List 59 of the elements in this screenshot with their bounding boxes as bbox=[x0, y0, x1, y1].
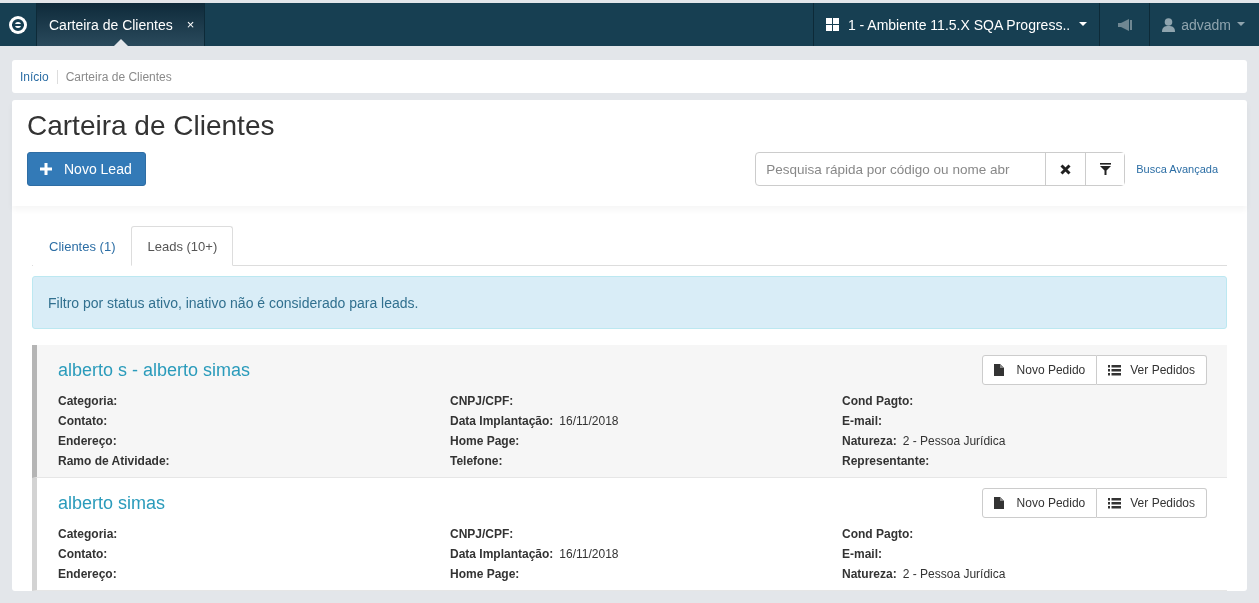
lead-card[interactable] bbox=[32, 345, 1227, 478]
user-icon bbox=[1162, 17, 1176, 32]
close-icon bbox=[1060, 163, 1072, 175]
caret-icon bbox=[1237, 22, 1245, 27]
page-title: Carteira de Clientes bbox=[27, 110, 276, 142]
field-label: Endereço: bbox=[58, 567, 117, 581]
megaphone-icon[interactable] bbox=[1116, 18, 1133, 31]
environment-dropdown[interactable]: 1 - Ambiente 11.5.X SQA Progress.. bbox=[812, 3, 1101, 46]
field-label: Data Implantação: bbox=[450, 414, 554, 428]
field-label: Home Page: bbox=[450, 434, 520, 448]
field-label: Cond Pagto: bbox=[842, 394, 914, 408]
new-order-button[interactable]: Novo Pedido bbox=[981, 488, 1098, 518]
plus-icon bbox=[40, 163, 52, 175]
list-icon bbox=[1108, 364, 1122, 376]
field-label: Representante: bbox=[842, 454, 930, 468]
file-icon bbox=[993, 497, 1004, 509]
field-label: CNPJ/CPF: bbox=[450, 527, 514, 541]
field-label: Telefone: bbox=[450, 454, 503, 468]
info-alert: Filtro por status ativo, inativo não é considerado para leads. bbox=[32, 276, 1227, 329]
user-menu[interactable]: advadm bbox=[1150, 3, 1259, 46]
field-label: E-mail: bbox=[842, 414, 882, 428]
field-label: Natureza: bbox=[842, 567, 897, 581]
field-label: CNPJ/CPF: bbox=[450, 394, 514, 408]
breadcrumb-link[interactable]: Início bbox=[20, 69, 58, 84]
advanced-search-link[interactable]: Busca Avançada bbox=[1136, 163, 1218, 175]
grid-icon bbox=[825, 18, 839, 31]
field-label: Contato: bbox=[58, 547, 108, 561]
field-label: E-mail: bbox=[842, 547, 882, 561]
field-label: Endereço: bbox=[58, 434, 117, 448]
field-label: Categoria: bbox=[58, 527, 118, 541]
list-icon bbox=[1108, 497, 1122, 509]
field-label: Natureza: bbox=[842, 434, 897, 448]
file-icon bbox=[993, 364, 1004, 376]
field-value: 2 - Pessoa Jurídica bbox=[902, 434, 1006, 448]
search-field[interactable]: Pesquisa rápida por código ou nome abr bbox=[755, 152, 1126, 186]
logo-icon[interactable] bbox=[8, 14, 28, 35]
view-orders-button[interactable]: Ver Pedidos bbox=[1097, 355, 1207, 385]
field-label: Data Implantação: bbox=[450, 547, 554, 561]
new-order-button[interactable]: Novo Pedido bbox=[981, 355, 1098, 385]
breadcrumb-current: Carteira de Clientes bbox=[65, 69, 173, 84]
field-value: 2 - Pessoa Jurídica bbox=[902, 567, 1006, 581]
view-orders-button[interactable]: Ver Pedidos bbox=[1097, 488, 1207, 518]
app-tab[interactable]: Carteira de Clientes × bbox=[36, 3, 206, 46]
field-label: Cond Pagto: bbox=[842, 527, 914, 541]
tab-label: Carteira de Clientes bbox=[49, 16, 173, 33]
close-button[interactable]: × bbox=[186, 17, 195, 32]
filter-icon bbox=[1099, 163, 1111, 175]
field-label: Ramo de Atividade: bbox=[58, 454, 170, 468]
filter-button[interactable] bbox=[1085, 153, 1125, 185]
active-tab-pointer bbox=[113, 39, 128, 46]
tab[interactable]: Leads (10+) bbox=[131, 226, 234, 266]
lead-card[interactable]: alberto simas Novo Pedido Ver Pedidos Categoria: CNPJ/CPF: Cond Pagto: Contato: Data Implantação: 16/11/2018 E-mail: Endereço: Home Page: Natureza: 2 - Pessoa Jurídica bbox=[32, 478, 1227, 591]
field-value: 16/11/2018 bbox=[559, 547, 619, 561]
field-value: 16/11/2018 bbox=[559, 414, 619, 428]
new-lead-button[interactable]: Novo Lead bbox=[27, 152, 146, 186]
caret-icon bbox=[1079, 22, 1088, 27]
field-label: Contato: bbox=[58, 414, 108, 428]
field-label: Home Page: bbox=[450, 567, 520, 581]
field-label: Categoria: bbox=[58, 394, 118, 408]
